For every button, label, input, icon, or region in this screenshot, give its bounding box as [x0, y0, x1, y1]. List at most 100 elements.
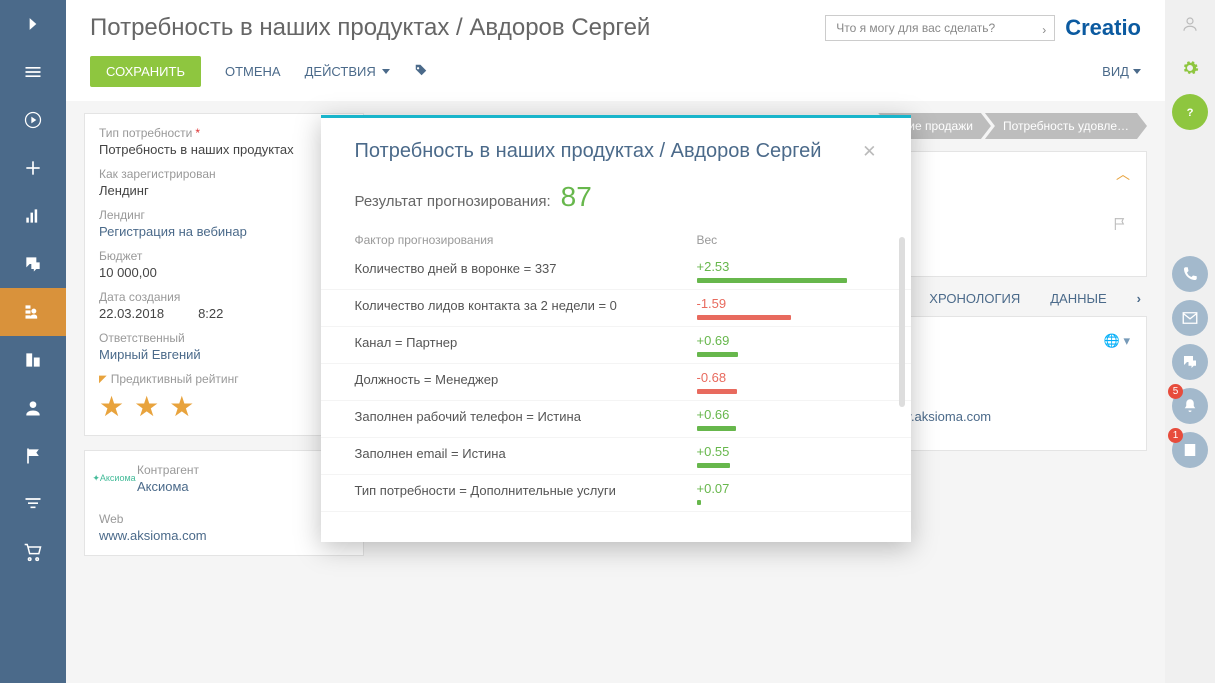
- right-panel: ? 5 1: [1165, 0, 1215, 683]
- acct-label: Контрагент: [137, 463, 338, 477]
- tag-icon[interactable]: [414, 63, 428, 80]
- detail-web[interactable]: www.aksioma.com: [884, 409, 1131, 424]
- col-weight: Вес: [697, 233, 877, 247]
- factor-row: Количество дней в воронке = 337+2.53: [321, 253, 911, 290]
- factor-weight: -0.68: [697, 370, 877, 394]
- factor-label: Заполнен рабочий телефон = Истина: [355, 407, 697, 424]
- sidebar-play[interactable]: [0, 96, 66, 144]
- acct-web-value[interactable]: www.aksioma.com: [99, 528, 349, 543]
- landing-label: Лендинг: [99, 208, 349, 222]
- rating-label: ◤Предиктивный рейтинг: [99, 372, 349, 386]
- factor-label: Канал = Партнер: [355, 333, 697, 350]
- acct-web-label: Web: [99, 512, 349, 526]
- page-header: Потребность в наших продуктах / Авдоров …: [66, 0, 1165, 50]
- bell-icon[interactable]: 5: [1172, 388, 1208, 424]
- factor-weight: +0.69: [697, 333, 877, 357]
- chevron-up-icon[interactable]: ︿: [1116, 164, 1130, 184]
- mail-icon[interactable]: [1172, 300, 1208, 336]
- factor-weight: +0.55: [697, 444, 877, 468]
- sidebar-contacts[interactable]: [0, 384, 66, 432]
- reg-label: Как зарегистрирован: [99, 167, 349, 181]
- factor-weight: +2.53: [697, 259, 877, 283]
- view-dropdown[interactable]: ВИД: [1102, 64, 1141, 79]
- weight-value: +0.55: [697, 444, 877, 459]
- weight-bar: [697, 315, 791, 320]
- weight-bar: [697, 352, 738, 357]
- star-icon: ★: [169, 390, 194, 423]
- user-avatar-icon[interactable]: [1172, 6, 1208, 42]
- logo: Creatio: [1065, 15, 1141, 41]
- sidebar-chart[interactable]: [0, 192, 66, 240]
- acct-value[interactable]: Аксиома: [99, 479, 349, 494]
- modal-title: Потребность в наших продуктах / Авдоров …: [355, 140, 863, 163]
- factor-row: Должность = Менеджер-0.68: [321, 364, 911, 401]
- actions-dropdown[interactable]: ДЕЙСТВИЯ: [305, 64, 390, 79]
- need-type-value[interactable]: Потребность в наших продуктах: [99, 142, 349, 157]
- weight-bar: [697, 463, 730, 468]
- left-sidebar: [0, 0, 66, 683]
- action-bar: СОХРАНИТЬ ОТМЕНА ДЕЙСТВИЯ ВИД: [66, 50, 1165, 101]
- weight-bar: [697, 389, 737, 394]
- sidebar-cart[interactable]: [0, 528, 66, 576]
- predictive-rating[interactable]: ★ ★ ★: [99, 390, 349, 423]
- budget-value[interactable]: 10 000,00: [99, 265, 349, 280]
- reg-value[interactable]: Лендинг: [99, 183, 349, 198]
- factor-row: Заполнен рабочий телефон = Истина+0.66: [321, 401, 911, 438]
- chat-icon[interactable]: [1172, 344, 1208, 380]
- sidebar-menu[interactable]: [0, 48, 66, 96]
- tabs-next-icon[interactable]: ›: [1137, 291, 1141, 306]
- weight-bar: [697, 278, 847, 283]
- prediction-modal: Потребность в наших продуктах / Авдоров …: [321, 115, 911, 542]
- landing-value[interactable]: Регистрация на вебинар: [99, 224, 349, 239]
- weight-value: +0.07: [697, 481, 877, 496]
- star-icon: ★: [99, 390, 124, 423]
- sidebar-flag[interactable]: [0, 432, 66, 480]
- weight-value: +0.69: [697, 333, 877, 348]
- owner-label: Ответственный: [99, 331, 349, 345]
- created-time[interactable]: 8:22: [198, 306, 223, 321]
- weight-bar: [697, 426, 736, 431]
- weight-bar: [697, 500, 701, 505]
- created-date[interactable]: 22.03.2018: [99, 306, 164, 321]
- sidebar-add[interactable]: [0, 144, 66, 192]
- tab-data[interactable]: ДАННЫЕ: [1050, 291, 1106, 306]
- stage-item[interactable]: Потребность удовле…: [985, 113, 1147, 139]
- factor-label: Должность = Менеджер: [355, 370, 697, 387]
- factor-label: Заполнен email = Истина: [355, 444, 697, 461]
- phone-icon[interactable]: [1172, 256, 1208, 292]
- global-search[interactable]: Что я могу для вас сделать? ›: [825, 15, 1055, 41]
- chevron-right-icon: ›: [1042, 23, 1046, 37]
- factor-row: Тип потребности = Дополнительные услуги+…: [321, 475, 911, 512]
- owner-value[interactable]: Мирный Евгений: [99, 347, 349, 362]
- result-label: Результат прогнозирования:: [355, 193, 551, 210]
- svg-text:?: ?: [1187, 107, 1194, 119]
- tab-timeline[interactable]: ХРОНОЛОГИЯ: [929, 291, 1020, 306]
- factor-row: Канал = Партнер+0.69: [321, 327, 911, 364]
- weight-value: +0.66: [697, 407, 877, 422]
- factor-weight: -1.59: [697, 296, 877, 320]
- gear-icon[interactable]: [1172, 50, 1208, 86]
- created-label: Дата создания: [99, 290, 349, 304]
- weight-value: -1.59: [697, 296, 877, 311]
- sidebar-feed[interactable]: [0, 240, 66, 288]
- weight-value: -0.68: [697, 370, 877, 385]
- sidebar-expand[interactable]: [0, 0, 66, 48]
- sidebar-funnel[interactable]: [0, 480, 66, 528]
- page-title: Потребность в наших продуктах / Авдоров …: [90, 14, 815, 42]
- factor-weight: +0.07: [697, 481, 877, 505]
- sidebar-leads[interactable]: [0, 288, 66, 336]
- factor-weight: +0.66: [697, 407, 877, 431]
- close-icon[interactable]: ✕: [862, 142, 876, 162]
- help-icon[interactable]: ?: [1172, 94, 1208, 130]
- sidebar-accounts[interactable]: [0, 336, 66, 384]
- factor-label: Количество дней в воронке = 337: [355, 259, 697, 276]
- budget-label: Бюджет: [99, 249, 349, 263]
- globe-icon[interactable]: 🌐 ▾: [1104, 333, 1130, 349]
- cancel-button[interactable]: ОТМЕНА: [225, 64, 281, 79]
- weight-value: +2.53: [697, 259, 877, 274]
- main-content: Потребность в наших продуктах / Авдоров …: [66, 0, 1165, 683]
- feed-panel-icon[interactable]: 1: [1172, 432, 1208, 468]
- factor-row: Количество лидов контакта за 2 недели = …: [321, 290, 911, 327]
- flag-icon[interactable]: [1112, 216, 1128, 235]
- save-button[interactable]: СОХРАНИТЬ: [90, 56, 201, 87]
